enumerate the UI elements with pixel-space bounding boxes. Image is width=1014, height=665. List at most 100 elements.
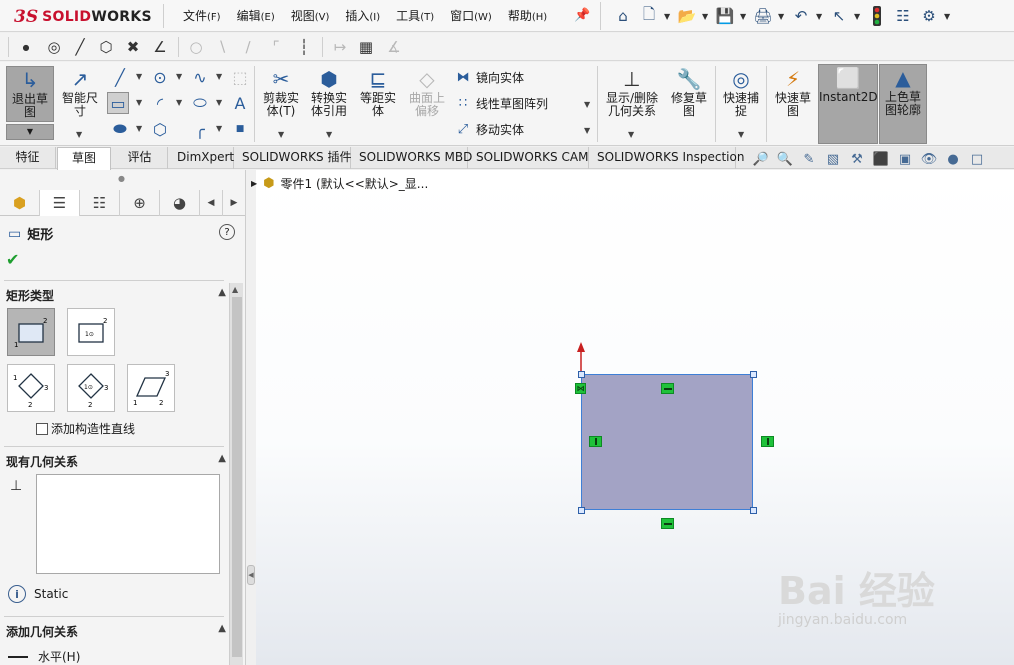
existing-relations-group[interactable]: 现有几何关系 ▲ xyxy=(6,453,226,470)
chevron-down-icon[interactable]: ▼ xyxy=(778,12,786,21)
vertical-relation-icon[interactable] xyxy=(589,436,602,447)
scroll-up-icon[interactable]: ▲ xyxy=(232,285,238,294)
chevron-down-icon[interactable]: ▼ xyxy=(176,98,182,107)
angle-line-icon[interactable]: ∠ xyxy=(150,37,170,57)
fillet-tool-icon[interactable]: ╭ xyxy=(189,118,211,140)
collapse-chevron-icon[interactable]: ▲ xyxy=(218,287,226,298)
hide-show-icon[interactable]: 👁 xyxy=(920,150,938,168)
tab-solidworks-inspection[interactable]: SOLIDWORKS Inspection xyxy=(589,147,744,169)
add-relations-group[interactable]: 添加几何关系 ▲ xyxy=(6,623,226,640)
shaded-sketch-contours-button[interactable]: ▲ 上色草 图轮廓 xyxy=(879,64,927,144)
expand-arrow-icon[interactable]: ▶ xyxy=(251,179,257,188)
trim-icon[interactable]: ✖ xyxy=(123,37,143,57)
add-construction-lines-checkbox[interactable]: 添加构造性直线 xyxy=(36,420,135,437)
dimxpert-manager-tab-icon[interactable]: ⊕ xyxy=(120,190,160,216)
zoom-to-area-icon[interactable]: 🔍 xyxy=(776,150,794,168)
scroll-right-icon[interactable]: ▶ xyxy=(223,190,246,216)
pin-icon[interactable]: 📌 xyxy=(574,8,590,23)
home-icon[interactable]: ⌂ xyxy=(612,5,634,27)
solidworks-logo[interactable]: 3S SOLIDWORKS xyxy=(14,6,154,28)
tab-features[interactable]: 特征 xyxy=(0,147,56,169)
trim-entities-button[interactable]: ✂ 剪裁实 体(T) xyxy=(258,66,304,118)
vertical-relation-icon[interactable] xyxy=(761,436,774,447)
dynamic-annotation-icon[interactable]: ⚒ xyxy=(848,150,866,168)
chevron-down-icon[interactable]: ▼ xyxy=(136,98,142,107)
scene-icon[interactable]: □ xyxy=(968,150,986,168)
corner-handle-top-right[interactable] xyxy=(750,371,757,378)
menu-view[interactable]: 视图(V) xyxy=(291,7,338,24)
appearance-icon[interactable]: ● xyxy=(944,150,962,168)
feature-manager-tab-icon[interactable]: ⬢ xyxy=(0,190,40,216)
zoom-to-fit-icon[interactable]: 🔎 xyxy=(752,150,770,168)
chevron-down-icon[interactable]: ▼ xyxy=(854,12,862,21)
menu-file[interactable]: 文件(F) xyxy=(183,7,229,24)
corner-handle-top-left[interactable] xyxy=(578,371,585,378)
corner-handle-bottom-right[interactable] xyxy=(750,507,757,514)
tab-solidworks-cam[interactable]: SOLIDWORKS CAM xyxy=(468,147,589,169)
chevron-down-icon[interactable]: ▼ xyxy=(136,72,142,81)
center-rectangle-option[interactable]: 1⊙ 2 xyxy=(67,308,115,356)
chevron-down-icon[interactable]: ▼ xyxy=(740,12,748,21)
chevron-down-icon[interactable]: ▼ xyxy=(664,12,672,21)
repair-sketch-button[interactable]: 🔧 修复草 图 xyxy=(666,66,712,118)
3-point-corner-rectangle-option[interactable]: 1 3 2 xyxy=(7,364,55,412)
rapid-sketch-button[interactable]: ⚡ 快速草 图 xyxy=(770,66,816,118)
horizontal-relation-icon[interactable] xyxy=(661,383,674,394)
menu-insert[interactable]: 插入(I) xyxy=(345,7,388,24)
ok-checkmark-icon[interactable]: ✔ xyxy=(6,250,19,269)
tab-evaluate[interactable]: 评估 xyxy=(112,147,168,169)
instant2d-button[interactable]: ⬜ Instant2D xyxy=(818,64,878,144)
select-cursor-icon[interactable]: ↖ xyxy=(828,5,850,27)
feature-tree-flyout[interactable]: ▶ ⬢ 零件1 (默认<<默认>_显... xyxy=(251,175,428,192)
spline-tool-icon[interactable]: ∿ xyxy=(189,66,211,88)
tab-solidworks-addins[interactable]: SOLIDWORKS 插件 xyxy=(234,147,351,169)
chevron-down-icon[interactable]: ▼ xyxy=(816,12,824,21)
print-icon[interactable]: 🖨 xyxy=(752,5,774,27)
menu-tools[interactable]: 工具(T) xyxy=(396,7,442,24)
collapse-panel-icon[interactable]: ◀ xyxy=(247,565,255,585)
tab-sketch[interactable]: 草图 xyxy=(57,147,111,170)
rebuild-traffic-light-icon[interactable] xyxy=(866,5,888,27)
construction-line-icon[interactable]: ┆ xyxy=(294,37,314,57)
chevron-down-icon[interactable]: ▼ xyxy=(216,98,222,107)
line-icon[interactable]: ╱ xyxy=(70,37,90,57)
3-point-center-rectangle-option[interactable]: 1⊙ 3 2 xyxy=(67,364,115,412)
display-manager-tab-icon[interactable]: ◕ xyxy=(160,190,200,216)
exit-sketch-button[interactable]: ↳ 退出草 图 xyxy=(6,66,54,122)
chevron-down-icon[interactable]: ▼ xyxy=(278,130,284,139)
property-manager-tab-icon[interactable]: ☰ xyxy=(40,190,80,216)
view-orientation-icon[interactable]: ⬛ xyxy=(872,150,890,168)
mirror-entities-button[interactable]: ⧓ 镜向实体 xyxy=(454,68,525,86)
exit-sketch-dropdown[interactable]: ▼ xyxy=(6,124,54,140)
text-tool-icon[interactable]: A xyxy=(229,92,251,114)
smart-dimension-button[interactable]: ↗ 智能尺 寸 xyxy=(56,66,104,118)
chevron-down-icon[interactable]: ▼ xyxy=(76,130,82,139)
panel-splitter[interactable]: ◀ xyxy=(246,170,256,665)
point-icon[interactable]: ● xyxy=(16,37,36,57)
horizontal-relation-option[interactable]: 水平(H) xyxy=(8,648,80,665)
options-gear-icon[interactable]: ⚙ xyxy=(918,5,940,27)
convert-entities-button[interactable]: ⬢ 转换实 体引用 xyxy=(306,66,352,118)
offset-entities-button[interactable]: ⊑ 等距实 体 xyxy=(354,66,402,118)
polygon-tool-icon[interactable]: ⬡ xyxy=(149,118,171,140)
scroll-left-icon[interactable]: ◀ xyxy=(200,190,223,216)
panel-scrollbar[interactable]: ▲ xyxy=(229,283,243,665)
line-tool-icon[interactable]: ╱ xyxy=(109,66,131,88)
display-style-icon[interactable]: ▣ xyxy=(896,150,914,168)
circle-tool-icon[interactable]: ⊙ xyxy=(149,66,171,88)
arc-tool-icon[interactable]: ◜ xyxy=(149,92,171,114)
quick-snaps-button[interactable]: ◎ 快速捕 捉 xyxy=(718,66,764,118)
menu-help[interactable]: 帮助(H) xyxy=(508,7,555,24)
panel-grip-icon[interactable]: ● xyxy=(118,174,125,183)
help-icon[interactable]: ? xyxy=(219,224,235,240)
point-tool-icon[interactable]: ■ xyxy=(229,118,251,140)
existing-relations-list[interactable] xyxy=(36,474,220,574)
linear-pattern-button[interactable]: ∷ 线性草图阵列 xyxy=(454,94,548,112)
tab-dimxpert[interactable]: DimXpert xyxy=(169,147,234,169)
collapse-chevron-icon[interactable]: ▲ xyxy=(218,453,226,464)
collapse-chevron-icon[interactable]: ▲ xyxy=(218,623,226,634)
previous-view-icon[interactable]: ✎ xyxy=(800,150,818,168)
grid-icon[interactable]: ▦ xyxy=(356,37,376,57)
corner-handle-bottom-left[interactable] xyxy=(578,507,585,514)
move-entities-button[interactable]: ⤢ 移动实体 xyxy=(454,120,524,138)
